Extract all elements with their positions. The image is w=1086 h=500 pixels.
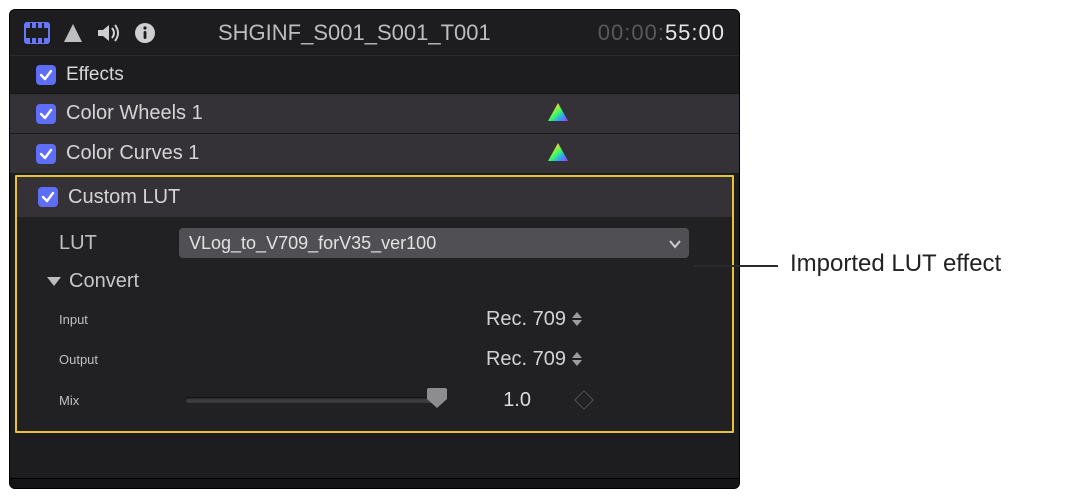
- effects-master-checkbox[interactable]: [36, 65, 56, 85]
- disclosure-triangle-icon[interactable]: [47, 277, 61, 286]
- color-triangle-icon[interactable]: [547, 142, 569, 165]
- output-param-row: Output Rec. 709: [17, 339, 732, 379]
- lut-param-label: LUT: [59, 232, 169, 255]
- inspector-header: SHGINF_S001_S001_T001 00:00:55:00: [10, 10, 739, 56]
- lut-select-value: VLog_to_V709_forV35_ver100: [189, 233, 436, 254]
- input-value: Rec. 709: [486, 308, 566, 331]
- callout-leader-line: [694, 265, 778, 267]
- effect-checkbox[interactable]: [36, 144, 56, 164]
- lut-param-row: LUT VLog_to_V709_forV35_ver100: [17, 223, 732, 263]
- input-label: Input: [59, 312, 189, 327]
- lut-select[interactable]: VLog_to_V709_forV35_ver100: [179, 228, 689, 258]
- effect-label: Custom LUT: [68, 186, 180, 209]
- panel-divider: [10, 478, 739, 488]
- callout-label: Imported LUT effect: [790, 250, 1001, 278]
- effect-row-color-wheels[interactable]: Color Wheels 1: [10, 94, 739, 134]
- info-tab-icon[interactable]: [132, 20, 158, 46]
- effects-section-header[interactable]: Effects: [10, 56, 739, 94]
- mix-slider[interactable]: [185, 397, 445, 403]
- chevron-down-icon: [669, 233, 681, 254]
- effect-label: Color Curves 1: [66, 142, 199, 165]
- color-triangle-icon[interactable]: [547, 102, 569, 125]
- clip-title: SHGINF_S001_S001_T001: [218, 20, 491, 46]
- input-popup[interactable]: Rec. 709: [486, 308, 582, 331]
- effect-checkbox[interactable]: [38, 187, 58, 207]
- video-tab-icon[interactable]: [24, 20, 50, 46]
- effect-row-custom-lut[interactable]: Custom LUT: [17, 177, 732, 217]
- mix-value[interactable]: 1.0: [461, 389, 531, 412]
- effect-checkbox[interactable]: [36, 104, 56, 124]
- keyframe-icon[interactable]: [574, 390, 594, 410]
- convert-label: Convert: [69, 270, 139, 293]
- effects-section-label: Effects: [66, 64, 124, 86]
- convert-group-header[interactable]: Convert: [17, 263, 732, 299]
- popup-arrows-icon: [572, 312, 582, 326]
- slider-thumb[interactable]: [427, 388, 447, 408]
- mix-param-row: Mix 1.0: [17, 379, 732, 421]
- color-tab-icon[interactable]: [60, 20, 86, 46]
- custom-lut-effect: Custom LUT LUT VLog_to_V709_forV35_ver10…: [15, 175, 734, 433]
- output-value: Rec. 709: [486, 348, 566, 371]
- popup-arrows-icon: [572, 352, 582, 366]
- input-param-row: Input Rec. 709: [17, 299, 732, 339]
- inspector-panel: SHGINF_S001_S001_T001 00:00:55:00 Effect…: [9, 9, 740, 489]
- output-label: Output: [59, 352, 189, 367]
- timecode: 00:00:55:00: [598, 20, 725, 46]
- mix-label: Mix: [59, 393, 169, 408]
- effect-row-color-curves[interactable]: Color Curves 1: [10, 134, 739, 174]
- audio-tab-icon[interactable]: [96, 20, 122, 46]
- output-popup[interactable]: Rec. 709: [486, 348, 582, 371]
- effect-label: Color Wheels 1: [66, 102, 203, 125]
